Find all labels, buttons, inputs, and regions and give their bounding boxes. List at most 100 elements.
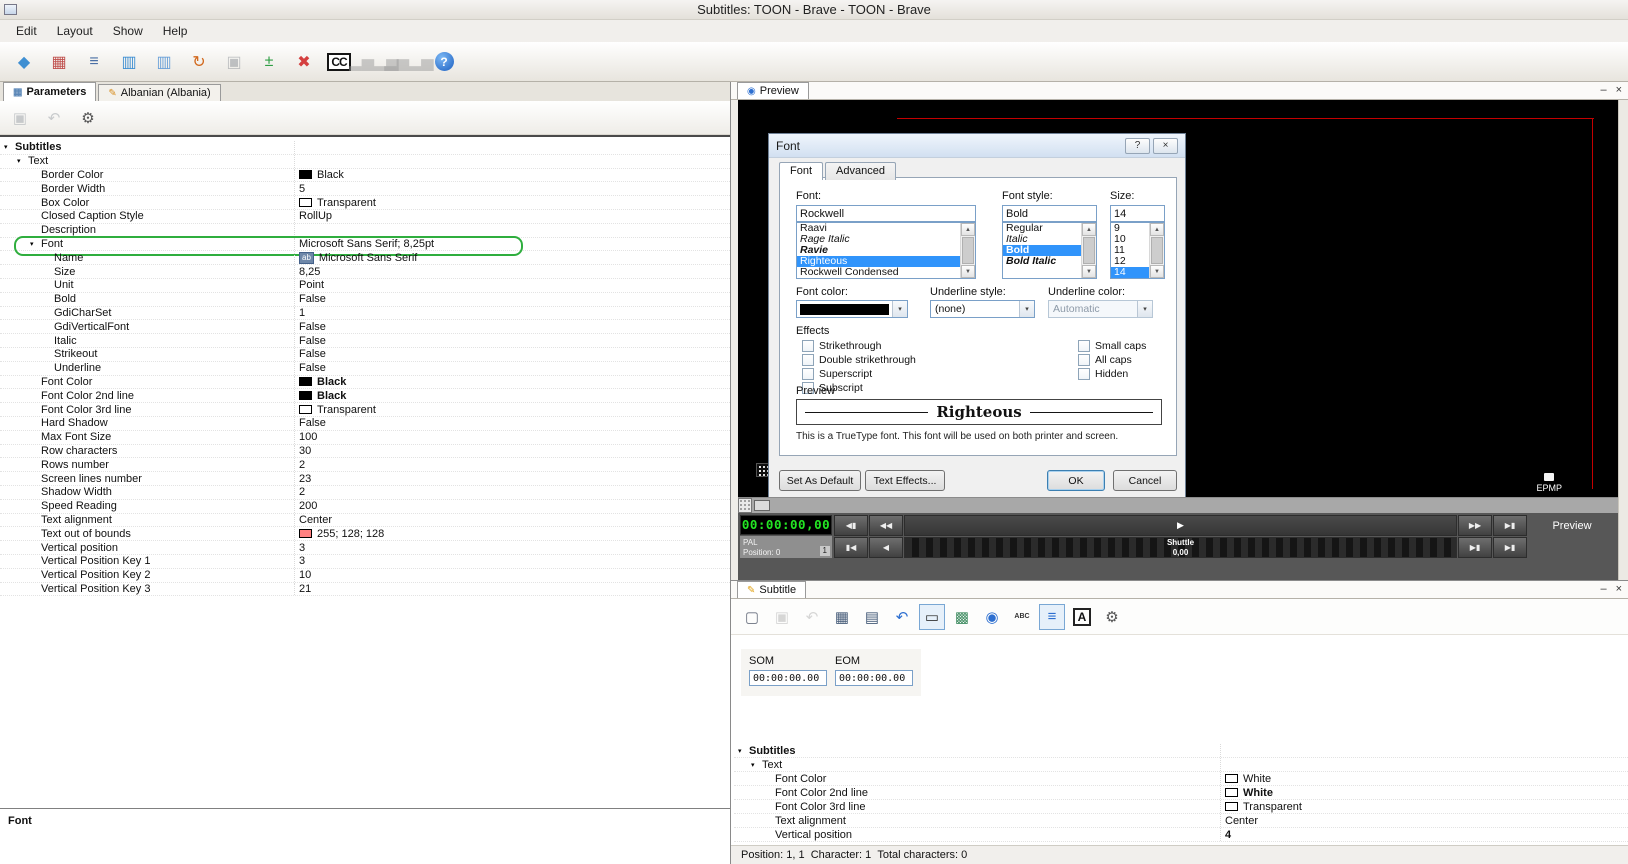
expander-icon[interactable]: ▾ (30, 240, 41, 248)
property-row[interactable]: Font Color 3rd line Transparent (734, 800, 1628, 814)
property-row[interactable]: Italic False (0, 334, 730, 348)
dialog-help-icon[interactable]: ? (1125, 138, 1150, 154)
undo-icon[interactable]: ↶ (799, 604, 825, 630)
expander-icon[interactable]: ▾ (751, 761, 762, 769)
property-row[interactable]: Max Font Size 100 (0, 431, 730, 445)
save-icon[interactable]: ▣ (8, 106, 32, 130)
transport-button[interactable]: ▶▮ (1493, 515, 1527, 536)
preview-scrollbar[interactable] (1618, 100, 1628, 580)
scroll-up-icon[interactable]: ▲ (1082, 223, 1096, 236)
text-box-icon[interactable]: ▭ (919, 604, 945, 630)
font-list-item[interactable]: Righteous (797, 256, 960, 267)
property-row[interactable]: Hard Shadow False (0, 417, 730, 431)
property-row[interactable]: GdiCharSet 1 (0, 307, 730, 321)
property-row[interactable]: Vertical position 4 (734, 828, 1628, 842)
size-list-item[interactable]: 10 (1111, 234, 1149, 245)
font-color-dropdown[interactable]: ▾ (796, 300, 908, 318)
chevron-down-icon[interactable]: ▾ (892, 301, 907, 317)
size-input[interactable]: 14 (1110, 205, 1165, 222)
checkbox-icon[interactable] (802, 340, 814, 352)
property-row[interactable]: Size 8,25 (0, 265, 730, 279)
save-icon[interactable]: ▣ (769, 604, 795, 630)
font-style-input[interactable]: Bold (1002, 205, 1097, 222)
property-row[interactable]: Font Color White (734, 772, 1628, 786)
menu-item[interactable]: Layout (47, 20, 103, 42)
font-list-item[interactable]: Rockwell Condensed (797, 267, 960, 278)
dialog-close-icon[interactable]: × (1153, 138, 1178, 154)
tab-parameters[interactable]: ▦ Parameters (3, 82, 96, 101)
checkbox-icon[interactable] (802, 354, 814, 366)
dialog-tab-font[interactable]: Font (779, 162, 823, 180)
property-row[interactable]: Border Color Black (0, 169, 730, 183)
play-button[interactable]: ▶ (904, 515, 1457, 536)
scroll-down-icon[interactable]: ▼ (961, 265, 975, 278)
checkbox-icon[interactable] (1078, 340, 1090, 352)
style-list-scrollbar[interactable]: ▲ ▼ (1081, 223, 1096, 278)
property-row[interactable]: Row characters 30 (0, 445, 730, 459)
preview-mode-label[interactable]: Preview (1528, 515, 1616, 536)
paste-format-icon[interactable]: ▥ (148, 47, 180, 77)
scroll-thumb[interactable] (1083, 237, 1095, 264)
expander-icon[interactable]: ▾ (17, 157, 28, 165)
property-row[interactable]: Shadow Width 2 (0, 486, 730, 500)
menu-item[interactable]: Edit (6, 20, 47, 42)
tab-subtitle[interactable]: ✎ Subtitle (737, 581, 806, 598)
seek-handle[interactable] (754, 500, 770, 511)
new-subtitle-icon[interactable]: ▢ (739, 604, 765, 630)
scroll-thumb[interactable] (962, 237, 974, 264)
property-row[interactable]: Name ab Microsoft Sans Serif (0, 251, 730, 265)
cancel-button[interactable]: Cancel (1113, 470, 1177, 491)
property-row[interactable]: Text alignment Center (0, 514, 730, 528)
effect-checkbox[interactable]: Hidden (1078, 367, 1146, 380)
audio-sync-icon[interactable]: ▂▅▂▅ (393, 47, 425, 77)
checkbox-icon[interactable] (1078, 368, 1090, 380)
seek-bar[interactable] (738, 497, 1618, 513)
transport-button[interactable]: ◀ (869, 537, 903, 558)
font-icon[interactable]: A (1069, 604, 1095, 630)
scroll-thumb[interactable] (1151, 237, 1163, 264)
scroll-down-icon[interactable]: ▼ (1150, 265, 1164, 278)
transport-button[interactable]: ▮◀ (834, 537, 868, 558)
transport-button[interactable]: ▶▶ (1458, 515, 1492, 536)
style-list-item[interactable]: Italic (1003, 234, 1081, 245)
effect-checkbox[interactable]: All caps (1078, 353, 1146, 366)
chevron-down-icon[interactable]: ▾ (1137, 301, 1152, 317)
scroll-up-icon[interactable]: ▲ (1150, 223, 1164, 236)
effect-checkbox[interactable]: Double strikethrough (802, 353, 916, 366)
copy-format-icon[interactable]: ▥ (113, 47, 145, 77)
dialog-tab-advanced[interactable]: Advanced (825, 162, 896, 180)
property-row[interactable]: Vertical Position Key 2 10 (0, 569, 730, 583)
property-row[interactable]: ▾ Subtitles (734, 744, 1628, 758)
shuttle-control[interactable]: Shuttle 0,00 (904, 537, 1457, 558)
ok-button[interactable]: OK (1047, 470, 1105, 491)
style-list-item[interactable]: Regular (1003, 223, 1081, 234)
property-row[interactable]: Underline False (0, 362, 730, 376)
property-row[interactable]: Description (0, 224, 730, 238)
text-effects-button[interactable]: Text Effects... (865, 470, 945, 491)
size-list-item[interactable]: 14 (1111, 267, 1149, 278)
font-name-input[interactable]: Rockwell (796, 205, 976, 222)
wrench-icon[interactable]: ⚙ (76, 106, 100, 130)
property-row[interactable]: ▾ Font Microsoft Sans Serif; 8,25pt (0, 238, 730, 252)
property-row[interactable]: Unit Point (0, 279, 730, 293)
size-list-item[interactable]: 9 (1111, 223, 1149, 234)
property-row[interactable]: Strikeout False (0, 348, 730, 362)
tab-preview[interactable]: ◉ Preview (737, 82, 809, 99)
property-row[interactable]: Vertical Position Key 3 21 (0, 583, 730, 597)
property-row[interactable]: Screen lines number 23 (0, 472, 730, 486)
import-icon[interactable]: ↻ (183, 47, 215, 77)
scroll-down-icon[interactable]: ▼ (1082, 265, 1096, 278)
transport-button[interactable]: ◀▮ (834, 515, 868, 536)
effect-checkbox[interactable]: Superscript (802, 367, 916, 380)
property-row[interactable]: Box Color Transparent (0, 196, 730, 210)
seek-bar-button[interactable] (738, 498, 752, 513)
tab-albanian[interactable]: ✎ Albanian (Albania) (98, 84, 220, 101)
transport-button[interactable]: ▶▮ (1493, 537, 1527, 558)
property-row[interactable]: Speed Reading 200 (0, 500, 730, 514)
new-list-icon[interactable]: ◆ (8, 47, 40, 77)
style-list-item[interactable]: Bold (1003, 245, 1081, 256)
size-list-item[interactable]: 12 (1111, 256, 1149, 267)
set-as-default-button[interactable]: Set As Default (779, 470, 861, 491)
size-list-scrollbar[interactable]: ▲ ▼ (1149, 223, 1164, 278)
timecode-icon[interactable]: ▦ (829, 604, 855, 630)
